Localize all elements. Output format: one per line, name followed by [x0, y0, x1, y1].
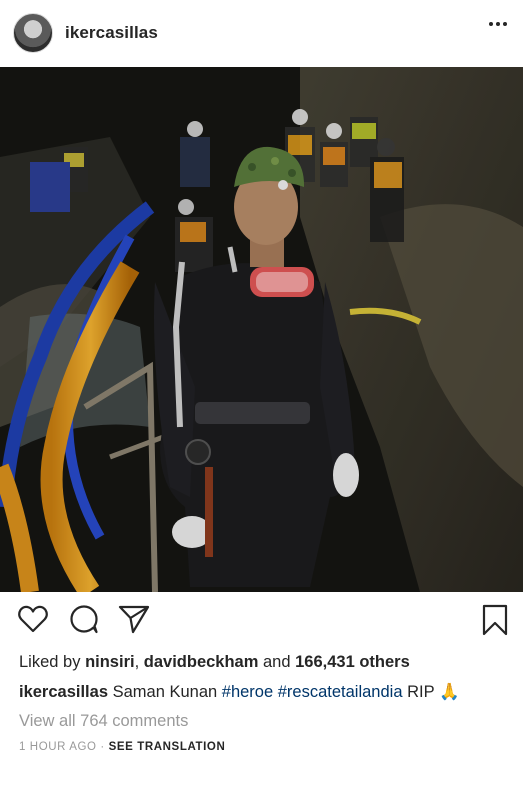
comment-icon[interactable]	[69, 604, 99, 634]
see-translation-link[interactable]: SEE TRANSLATION	[109, 741, 226, 753]
heart-icon[interactable]	[17, 604, 49, 634]
hashtag-heroe[interactable]: #heroe	[222, 683, 273, 702]
liker-davidbeckham[interactable]: davidbeckham	[144, 653, 259, 671]
cave-diver-image	[0, 67, 523, 592]
bookmark-icon[interactable]	[481, 604, 509, 636]
avatar[interactable]	[13, 13, 53, 53]
post-meta: 1 HOUR AGO · SEE TRANSLATION	[19, 741, 225, 753]
caption-username[interactable]: ikercasillas	[19, 683, 108, 702]
post-caption: ikercasillas Saman Kunan #heroe #rescate…	[19, 683, 460, 702]
praying-hands-emoji: 🙏	[439, 683, 460, 701]
likes-prefix: Liked by	[19, 653, 81, 671]
paper-plane-icon[interactable]	[118, 604, 150, 634]
likes-count[interactable]: 166,431 others	[295, 653, 410, 671]
post-header: ikercasillas	[0, 0, 523, 66]
view-all-comments-link[interactable]: View all 764 comments	[19, 712, 188, 731]
caption-tail: RIP	[407, 683, 435, 701]
post-photo[interactable]	[0, 67, 523, 592]
meta-dot: ·	[100, 741, 105, 753]
likes-line: Liked by ninsiri, davidbeckham and 166,4…	[19, 653, 410, 672]
post-username[interactable]: ikercasillas	[65, 23, 158, 43]
hashtag-rescatetailandia[interactable]: #rescatetailandia	[278, 683, 403, 702]
likes-and: and	[263, 653, 291, 671]
likes-separator: ,	[134, 653, 140, 671]
caption-text: Saman Kunan	[112, 683, 218, 701]
action-bar	[0, 604, 523, 638]
more-options-icon[interactable]	[489, 22, 507, 26]
liker-ninsiri[interactable]: ninsiri	[85, 653, 135, 671]
post-time: 1 HOUR AGO	[19, 741, 97, 753]
